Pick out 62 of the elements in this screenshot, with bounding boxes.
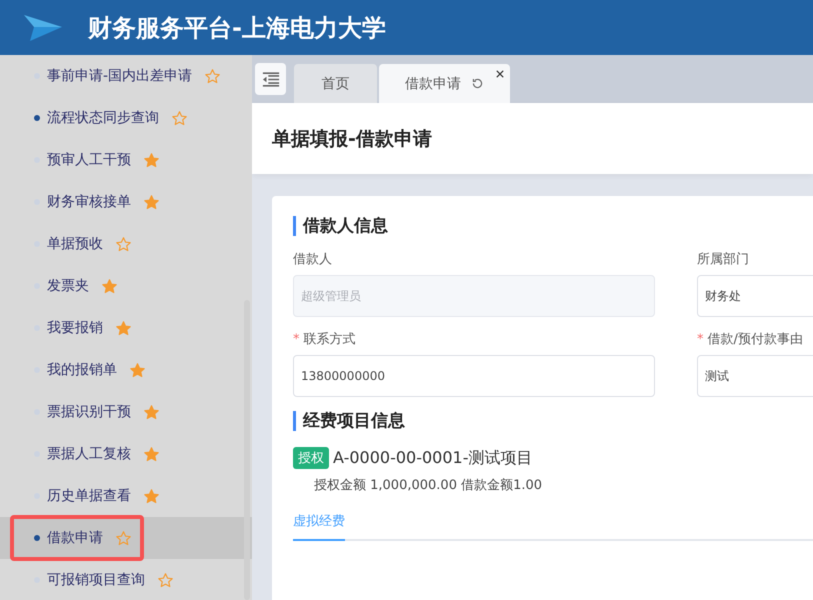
menu-label: 单据预收: [47, 235, 103, 253]
menu-label: 可报销项目查询: [47, 571, 145, 589]
star-filled-icon[interactable]: [143, 152, 160, 168]
menu-label: 票据人工复核: [47, 445, 131, 463]
star-outline-icon[interactable]: [115, 530, 132, 546]
menu-collapse-icon: [262, 72, 280, 86]
sidebar-item[interactable]: 我的报销单: [0, 349, 252, 391]
sidebar-item[interactable]: 单据预收: [0, 223, 252, 265]
sidebar-item[interactable]: 预审人工干预: [0, 139, 252, 181]
field-label: 所属部门: [697, 252, 749, 267]
field-label: 借款/预付款事由: [708, 332, 803, 347]
sidebar-item[interactable]: 借款申请: [0, 517, 252, 559]
input-field[interactable]: 13800000000: [293, 355, 655, 397]
star-outline-icon[interactable]: [115, 236, 132, 252]
sidebar-item[interactable]: 票据人工复核: [0, 433, 252, 475]
input-field[interactable]: 测试: [697, 355, 813, 397]
collapse-button[interactable]: [255, 63, 286, 95]
menu-label: 财务审核接单: [47, 193, 131, 211]
project-amounts: 授权金额 1,000,000.00 借款金额1.00: [314, 477, 544, 494]
page-title: 单据填报-借款申请: [272, 126, 432, 152]
sidebar-item[interactable]: 票据识别干预: [0, 391, 252, 433]
logo-icon: [22, 12, 64, 42]
menu-label: 发票夹: [47, 277, 89, 295]
required-mark: *: [697, 332, 704, 347]
menu-label: 预审人工干预: [47, 151, 131, 169]
menu-label: 流程状态同步查询: [47, 109, 159, 127]
sidebar-item[interactable]: 可报销项目查询: [0, 559, 252, 600]
section-title: 借款人信息: [293, 216, 813, 236]
star-filled-icon[interactable]: [143, 194, 160, 210]
sidebar-item[interactable]: 发票夹: [0, 265, 252, 307]
project-name: A-0000-00-0001-测试项目: [333, 448, 532, 468]
field-label: 联系方式: [304, 332, 356, 347]
menu-label: 我要报销: [47, 319, 103, 337]
page-tab[interactable]: 借款申请: [379, 64, 510, 103]
menu-label: 票据识别干预: [47, 403, 131, 421]
star-outline-icon[interactable]: [204, 68, 222, 84]
sidebar-item[interactable]: 流程状态同步查询: [0, 97, 252, 139]
star-filled-icon[interactable]: [129, 362, 146, 378]
star-filled-icon[interactable]: [101, 278, 118, 294]
auth-tag: 授权: [293, 447, 329, 469]
star-outline-icon[interactable]: [157, 572, 174, 588]
star-filled-icon[interactable]: [115, 320, 132, 336]
menu-label: 事前申请-国内出差申请: [47, 67, 192, 85]
sidebar-item[interactable]: 我要报销: [0, 307, 252, 349]
star-filled-icon[interactable]: [143, 488, 160, 504]
menu-label: 历史单据查看: [47, 487, 131, 505]
refresh-icon[interactable]: [471, 77, 484, 90]
input-field[interactable]: 财务处: [697, 275, 813, 317]
sidebar-item[interactable]: 事前申请-国内出差申请: [0, 55, 252, 97]
sidebar-item[interactable]: 财务审核接单: [0, 181, 252, 223]
page-tab[interactable]: 首页: [294, 64, 377, 103]
required-mark: *: [293, 332, 300, 347]
star-outline-icon[interactable]: [171, 110, 188, 126]
star-filled-icon[interactable]: [143, 404, 160, 420]
menu-label: 借款申请: [47, 529, 103, 547]
star-filled-icon[interactable]: [143, 446, 160, 462]
section-title: 经费项目信息: [293, 411, 813, 431]
app-title: 财务服务平台-上海电力大学: [88, 12, 386, 44]
close-icon[interactable]: [496, 70, 504, 78]
menu-label: 我的报销单: [47, 361, 117, 379]
sidebar-item[interactable]: 历史单据查看: [0, 475, 252, 517]
field-label: 借款人: [293, 252, 332, 267]
